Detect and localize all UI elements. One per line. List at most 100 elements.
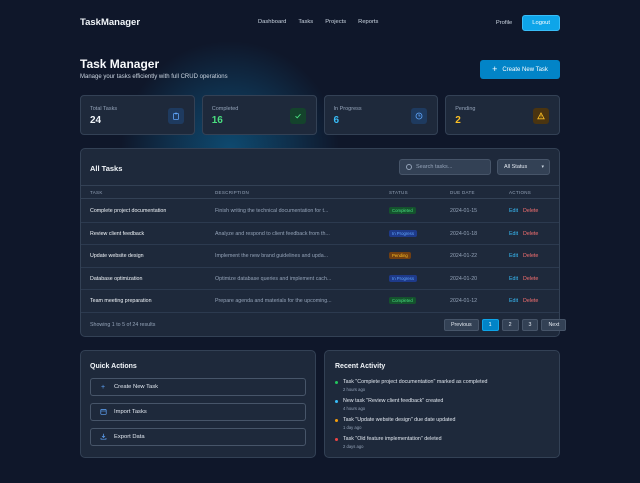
stat-card-total: Total Tasks 24 [80,95,195,135]
stat-value: 24 [90,115,102,126]
col-description: DESCRIPTION [215,190,250,195]
status-badge: Completed [389,297,416,304]
col-task: TASK [90,190,103,195]
check-icon [289,108,306,124]
edit-button[interactable]: Edit [509,253,518,259]
activity-text: New task "Review client feedback" create… [343,398,444,404]
delete-button[interactable]: Delete [523,298,538,304]
task-name: Complete project documentation [90,208,167,214]
nav-links: Dashboard Tasks Projects Reports [258,19,378,25]
brand-logo[interactable]: TaskManager [80,17,140,28]
plus-icon: + [492,64,498,74]
table-row: Team meeting preparation Prepare agenda … [81,290,559,313]
pagination-next[interactable]: Next [541,319,567,331]
table-row: Review client feedback Analyze and respo… [81,223,559,245]
search-icon [406,164,412,170]
stat-label: Completed [211,106,239,112]
nav-link-tasks[interactable]: Tasks [298,19,313,25]
delete-button[interactable]: Delete [523,208,538,214]
status-badge: Completed [389,207,416,214]
table-row: Complete project documentation Finish wr… [81,200,559,223]
task-name: Update website design [90,253,144,259]
stats-row: Total Tasks 24 Completed 16 In Progress … [80,95,560,135]
logout-button[interactable]: Logout [522,15,560,31]
edit-button[interactable]: Edit [509,298,518,304]
stat-value: 16 [211,115,223,126]
col-due-date: DUE DATE [450,190,475,195]
all-tasks-panel: All Tasks All Status ▾ TASK DESCRIPTION … [80,148,567,337]
status-badge: Pending [389,252,411,259]
page-title: Task Manager [80,57,160,71]
create-task-label: Create New Task [502,66,548,73]
task-name: Team meeting preparation [90,298,152,304]
search-input[interactable] [416,164,486,170]
quick-import-tasks-button[interactable]: Import Tasks [90,403,306,421]
quick-actions-panel: Quick Actions + Create New Task Import T… [80,350,316,458]
edit-button[interactable]: Edit [509,208,518,214]
stat-value: 2 [455,115,461,126]
task-name: Database optimization [90,275,143,282]
status-filter-value: All Status [504,164,528,170]
task-name: Review client feedback [90,230,145,237]
quick-action-label: Export Data [114,434,145,440]
task-description: Implement the new brand guidelines and u… [215,253,329,259]
recent-activity-title: Recent Activity [335,363,386,370]
quick-export-data-button[interactable]: Export Data [90,428,306,446]
plus-icon: + [100,383,106,391]
due-date: 2024-01-12 [450,298,478,304]
page-subtitle: Manage your tasks efficiently with full … [80,74,228,80]
recent-activity-panel: Recent Activity Task "Complete project d… [324,350,560,458]
quick-actions-title: Quick Actions [90,363,137,370]
warning-icon [533,108,549,124]
stat-card-completed: Completed 16 [201,95,317,135]
due-date: 2024-01-20 [450,275,478,282]
delete-button[interactable]: Delete [523,231,538,237]
delete-button[interactable]: Delete [523,253,538,259]
col-actions: ACTIONS [509,190,532,195]
task-description: Finish writing the technical documentati… [215,208,329,214]
activity-time: 4 hours ago [343,406,366,411]
pagination-page-1[interactable]: 1 [481,319,499,331]
status-dot-icon [335,438,338,441]
edit-button[interactable]: Edit [509,276,518,282]
search-box[interactable] [399,159,491,175]
status-badge: In Progress [389,229,417,237]
top-navbar: TaskManager Dashboard Tasks Projects Rep… [0,0,640,46]
nav-link-projects[interactable]: Projects [325,19,346,25]
pagination-previous[interactable]: Previous [444,319,479,331]
create-task-button[interactable]: + Create New Task [480,60,560,79]
quick-action-label: Import Tasks [114,409,147,415]
edit-button[interactable]: Edit [509,231,518,237]
nav-link-reports[interactable]: Reports [358,19,378,25]
stat-card-in-progress: In Progress 6 [323,95,439,135]
activity-text: Task "Update website design" due date up… [343,417,456,423]
activity-text: Task "Old feature implementation" delete… [343,436,442,442]
col-status: STATUS [389,190,408,195]
nav-link-dashboard[interactable]: Dashboard [258,19,286,25]
stat-label: Pending [455,106,476,112]
status-filter-select[interactable]: All Status ▾ [497,159,550,175]
task-description: Optimize database queries and implement … [215,275,332,282]
status-badge: In Progress [389,274,417,282]
nav-right: Profile Logout [496,15,560,31]
clock-icon [411,108,428,124]
import-icon [99,408,107,417]
pagination-page-2[interactable]: 2 [501,319,519,331]
table-row: Update website design Implement the new … [81,245,559,268]
profile-link[interactable]: Profile [496,20,512,26]
due-date: 2024-01-18 [450,230,478,237]
results-summary: Showing 1 to 5 of 24 results [90,322,156,328]
table-row: Database optimization Optimize database … [81,268,559,290]
export-icon [99,433,107,442]
stat-card-pending: Pending 2 [445,95,560,135]
due-date: 2024-01-15 [450,208,478,214]
status-dot-icon [335,381,338,384]
chevron-down-icon: ▾ [541,164,544,170]
quick-create-task-button[interactable]: + Create New Task [90,378,306,396]
clipboard-icon [167,108,184,124]
status-dot-icon [335,400,338,403]
delete-button[interactable]: Delete [523,276,538,282]
table-header: TASK DESCRIPTION STATUS DUE DATE ACTIONS [81,185,559,199]
pagination-page-3[interactable]: 3 [521,319,539,331]
activity-text: Task "Complete project documentation" ma… [343,379,488,385]
